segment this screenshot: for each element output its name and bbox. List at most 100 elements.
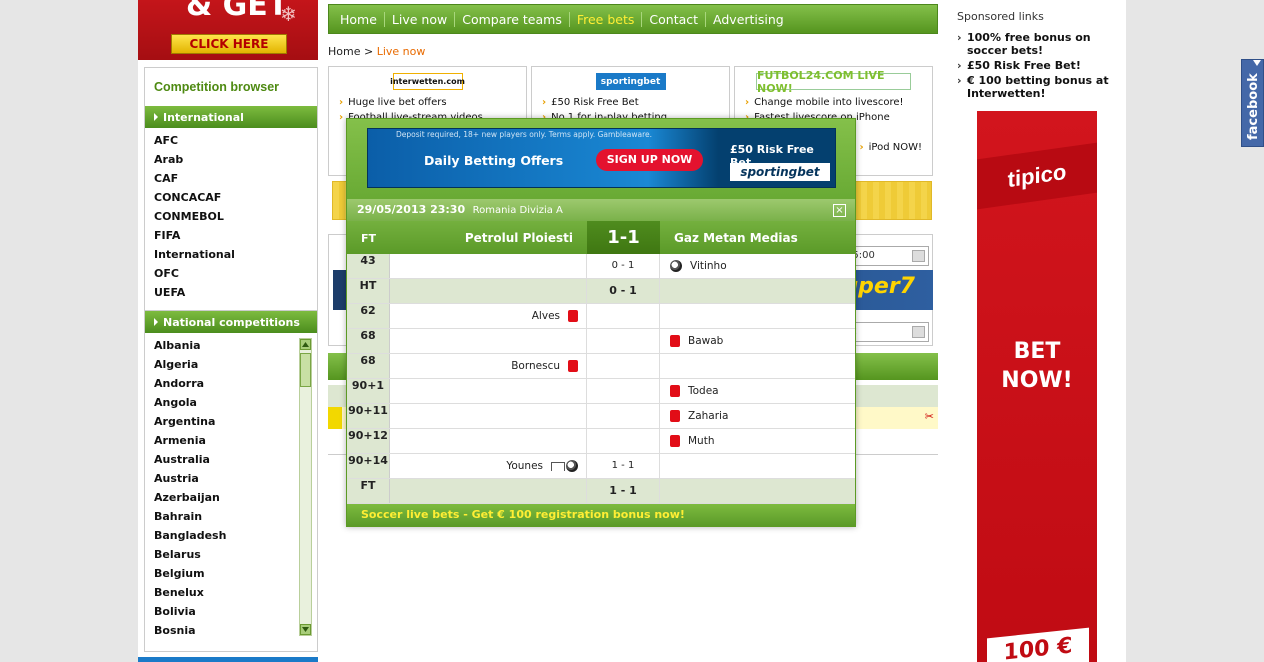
nav-item-contact[interactable]: Contact (642, 11, 707, 27)
event-row: 68 Bawab (347, 329, 855, 354)
national-label: National competitions (163, 315, 300, 329)
intl-item[interactable]: FIFA (145, 229, 317, 248)
home-player: Younes (506, 460, 543, 472)
sportingbet-logo[interactable]: sportingbet (595, 73, 666, 90)
competition-browser: Competition browser International AFC Ara… (144, 67, 318, 312)
nat-item[interactable]: Argentina (145, 415, 317, 434)
nav-item-advertising[interactable]: Advertising (706, 12, 791, 27)
intl-item[interactable]: International (145, 248, 317, 267)
event-minute: 90+11 (347, 404, 390, 428)
event-home (390, 379, 587, 403)
red-card-icon (670, 335, 680, 347)
intl-item[interactable]: Arab (145, 153, 317, 172)
event-score (587, 329, 660, 353)
sign-up-button[interactable]: SIGN UP NOW (596, 149, 703, 171)
nat-item[interactable]: Austria (145, 472, 317, 491)
intl-item[interactable]: OFC (145, 267, 317, 286)
nat-item[interactable]: Belgium (145, 567, 317, 586)
score-header: FT Petrolul Ploiesti 1-1 Gaz Metan Media… (347, 221, 855, 254)
home-player: Bornescu (511, 360, 560, 372)
modal-footer-link[interactable]: Soccer live bets - Get € 100 registratio… (347, 504, 855, 526)
national-scrollbar[interactable] (299, 338, 312, 636)
close-icon[interactable]: × (833, 204, 846, 217)
event-score (587, 304, 660, 328)
scroll-down-icon[interactable] (300, 624, 311, 635)
tipico-line2: NOW! (1001, 368, 1073, 393)
event-row: 90+12 Muth (347, 429, 855, 454)
ad-headline: Daily Betting Offers (424, 153, 564, 168)
national-list: Albania Algeria Andorra Angola Argentina Arme… (145, 333, 317, 643)
tipico-ad[interactable]: tipico BET NOW! 100 € (977, 111, 1097, 662)
match-date: 29/05/2013 23:30 (357, 203, 466, 216)
event-score: 1 - 1 (587, 454, 660, 478)
triangle-right-icon (154, 318, 158, 326)
breadcrumb: Home > Live now (328, 45, 425, 58)
scroll-up-icon[interactable] (300, 339, 311, 350)
breadcrumb-home[interactable]: Home (328, 45, 360, 58)
sponsored-link[interactable]: £50 Risk Free Bet! (957, 59, 1125, 72)
event-home: Bornescu (390, 354, 587, 378)
penalty-goal-icon (551, 460, 578, 472)
sportingbet-ad[interactable]: Deposit required, 18+ new players only. … (367, 128, 836, 188)
nat-item[interactable]: Belarus (145, 548, 317, 567)
international-list: AFC Arab CAF CONCACAF CONMEBOL FIFA Internatio… (145, 128, 317, 305)
nat-item[interactable]: Bosnia (145, 624, 317, 643)
event-away (660, 454, 855, 478)
nat-item[interactable]: Bangladesh (145, 529, 317, 548)
red-card-icon (670, 385, 680, 397)
event-away (660, 279, 855, 303)
event-home: Alves (390, 304, 587, 328)
event-minute: FT (347, 479, 390, 503)
intl-item[interactable]: CONCACAF (145, 191, 317, 210)
event-minute: 68 (347, 354, 390, 378)
red-card-icon (670, 435, 680, 447)
event-away: Muth (660, 429, 855, 453)
intl-item[interactable]: CONMEBOL (145, 210, 317, 229)
nat-item[interactable]: Bolivia (145, 605, 317, 624)
modal-ad-area: Deposit required, 18+ new players only. … (347, 119, 855, 199)
event-minute: 68 (347, 329, 390, 353)
nav-item-home[interactable]: Home (333, 11, 385, 27)
intl-item[interactable]: UEFA (145, 286, 317, 305)
sponsored-link[interactable]: 100% free bonus on soccer bets! (957, 31, 1125, 57)
nat-item[interactable]: Azerbaijan (145, 491, 317, 510)
event-home (390, 254, 587, 278)
tools-icon[interactable]: ✂ (925, 410, 934, 423)
nat-item[interactable]: Andorra (145, 377, 317, 396)
nav-item-compare-teams[interactable]: Compare teams (455, 11, 570, 27)
ad-brand: sportingbet (730, 163, 830, 181)
tipico-headline: BET NOW! (977, 337, 1097, 395)
promo-banner-top[interactable]: & GET ❄ CLICK HERE (138, 0, 318, 60)
event-home (390, 404, 587, 428)
nat-item[interactable]: Armenia (145, 434, 317, 453)
event-row: 43 0 - 1 Vitinho (347, 254, 855, 279)
event-row: 90+14 Younes 1 - 1 (347, 454, 855, 479)
event-score (587, 379, 660, 403)
event-row: HT 0 - 1 (347, 279, 855, 304)
click-here-button[interactable]: CLICK HERE (171, 34, 287, 54)
interwetten-logo[interactable]: interwetten.com (390, 73, 465, 90)
nat-item[interactable]: Australia (145, 453, 317, 472)
sponsored-link[interactable]: € 100 betting bonus at Interwetten! (957, 74, 1125, 100)
international-header[interactable]: International (145, 106, 317, 128)
intl-item[interactable]: CAF (145, 172, 317, 191)
promo-headline: & GET (186, 0, 289, 23)
nat-item[interactable]: Bahrain (145, 510, 317, 529)
nav-item-free-bets[interactable]: Free bets (570, 11, 643, 27)
event-row: FT 1 - 1 (347, 479, 855, 504)
tipico-line1: BET (1013, 339, 1061, 364)
intl-item[interactable]: AFC (145, 134, 317, 153)
futbol24-logo[interactable]: FUTBOL24.COM LIVE NOW! (756, 69, 911, 95)
nat-item[interactable]: Algeria (145, 358, 317, 377)
national-header[interactable]: National competitions (145, 311, 317, 333)
nat-item[interactable]: Albania (145, 339, 317, 358)
match-info-bar: 29/05/2013 23:30 Romania Divizia A × (347, 199, 855, 221)
nat-item[interactable]: Benelux (145, 586, 317, 605)
event-minute: 90+1 (347, 379, 390, 403)
facebook-tab[interactable]: facebook (1241, 59, 1264, 147)
scroll-thumb[interactable] (300, 353, 311, 387)
nav-item-live-now[interactable]: Live now (385, 11, 456, 27)
promo-item: Huge live bet offers (339, 97, 516, 112)
event-home: Younes (390, 454, 587, 478)
nat-item[interactable]: Angola (145, 396, 317, 415)
